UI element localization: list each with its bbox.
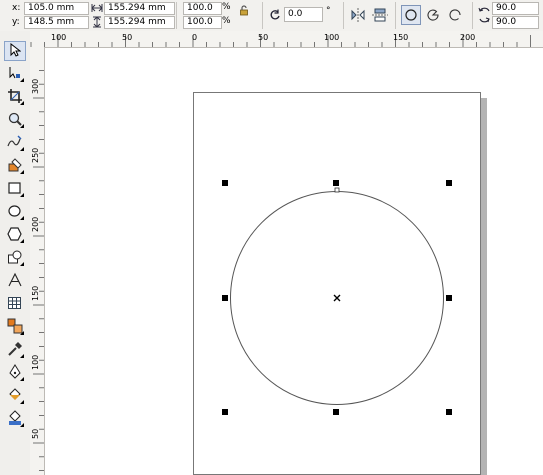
selection-handle-top-middle[interactable]: [333, 180, 339, 186]
selection-overlay: [230, 187, 444, 405]
selection-handle-bottom-left[interactable]: [222, 409, 228, 415]
circle-node[interactable]: [334, 187, 340, 193]
selection-handle-middle-right[interactable]: [446, 295, 452, 301]
selection-handle-middle-left[interactable]: [222, 295, 228, 301]
selection-handle-top-right[interactable]: [446, 180, 452, 186]
selection-handle-bottom-middle[interactable]: [333, 409, 339, 415]
selection-handle-top-left[interactable]: [222, 180, 228, 186]
center-marker-icon[interactable]: [333, 294, 341, 302]
selection-handle-bottom-right[interactable]: [446, 409, 452, 415]
